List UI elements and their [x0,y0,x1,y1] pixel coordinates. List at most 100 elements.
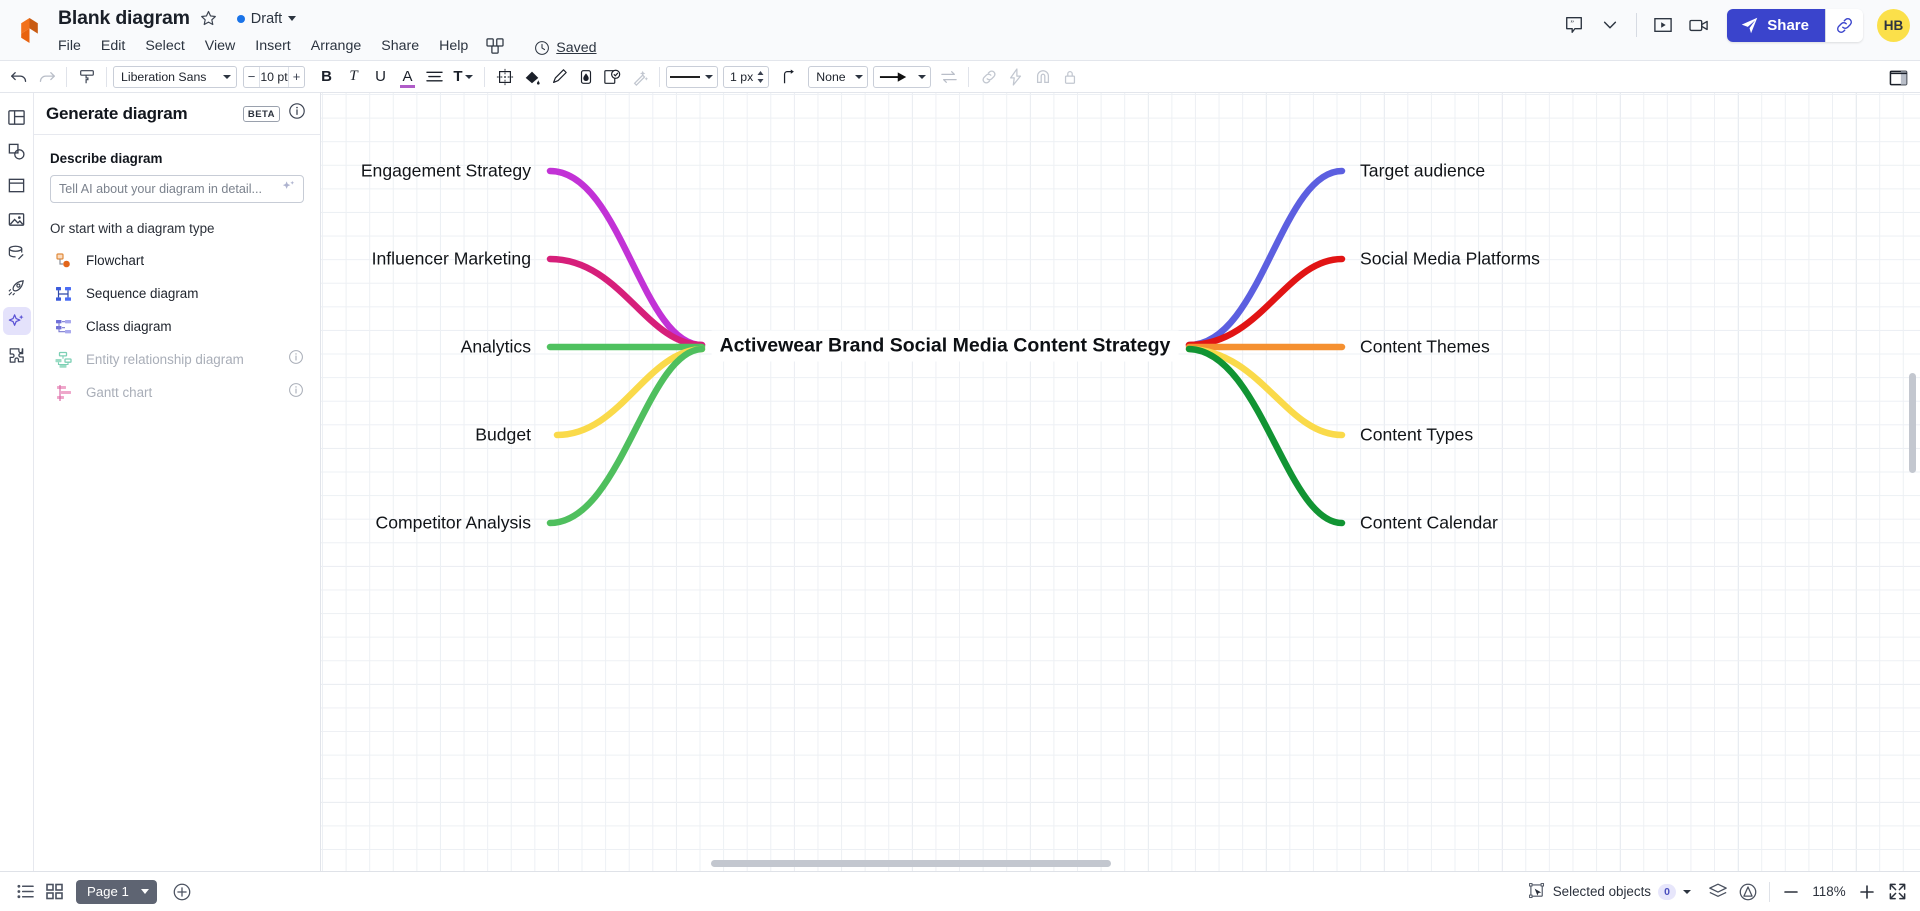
redo-arrow-icon [39,71,55,82]
panel-info-button[interactable] [288,102,306,125]
selected-objects-dropdown[interactable]: Selected objects 0 [1523,883,1697,900]
underline-button[interactable]: U [367,64,394,90]
app-logo[interactable] [0,0,58,60]
menu-edit[interactable]: Edit [91,36,135,56]
zoom-level[interactable]: 118% [1806,884,1852,899]
rail-item-containers[interactable] [3,171,31,199]
menu-file[interactable]: File [58,36,91,56]
diagram-type-gantt[interactable]: Gantt chart [50,376,304,409]
sparkle-icon[interactable] [281,179,296,199]
accessibility-button[interactable] [1733,877,1763,907]
menu-insert[interactable]: Insert [245,36,300,56]
rail-item-data[interactable] [3,239,31,267]
menu-view[interactable]: View [195,36,246,56]
avatar[interactable]: HB [1877,8,1910,42]
present-play-icon [1654,18,1673,32]
add-page-button[interactable] [167,877,197,907]
theme-button[interactable] [599,64,626,90]
fit-screen-button[interactable] [1882,877,1912,907]
copy-link-button[interactable] [1825,8,1863,42]
font-size-increase[interactable]: + [289,67,304,87]
opacity-button[interactable] [572,64,599,90]
fill-color-button[interactable] [518,64,545,90]
menu-select[interactable]: Select [135,36,194,56]
rail-item-shapes[interactable] [3,137,31,165]
flowchart-icon [54,251,74,271]
beta-badge: BETA [242,105,280,122]
stepper-arrows-icon[interactable] [756,69,765,85]
font-size-decrease[interactable]: − [244,67,259,87]
text-options-button[interactable]: T [448,64,478,90]
mindmap-node-right-2[interactable]: Content Themes [1360,337,1490,358]
magic-wand-button[interactable] [626,64,653,90]
menu-help[interactable]: Help [429,36,478,56]
rail-item-rocket[interactable] [3,273,31,301]
er-info-button[interactable] [288,349,304,370]
line-start-select[interactable]: None [808,65,869,88]
font-size-stepper[interactable]: − 10 pt + [243,65,305,88]
diagram-type-sequence[interactable]: Sequence diagram [50,277,304,310]
rail-item-images[interactable] [3,205,31,233]
diagram-type-flowchart[interactable]: Flowchart [50,244,304,277]
mindmap-node-right-1[interactable]: Social Media Platforms [1360,249,1540,270]
shape-resize-button[interactable] [491,64,518,90]
diagram-canvas[interactable]: Engagement Strategy Influencer Marketing… [321,93,1920,871]
mindmap-node-left-4[interactable]: Competitor Analysis [376,513,531,534]
line-style-select[interactable] [666,65,718,88]
list-view-button[interactable] [10,877,40,907]
saved-status[interactable]: Saved [534,40,597,56]
line-end-select[interactable] [873,65,932,88]
lock-button[interactable] [1056,64,1083,90]
header-more-button[interactable] [1592,8,1628,42]
redo-button[interactable] [33,64,60,90]
rail-item-ai[interactable] [2,307,31,335]
bold-button[interactable]: B [313,64,340,90]
diagram-type-er[interactable]: Entity relationship diagram [50,343,304,376]
menu-share[interactable]: Share [371,36,429,56]
mindmap-node-right-4[interactable]: Content Calendar [1360,513,1498,534]
line-color-button[interactable] [545,64,572,90]
font-size-value[interactable]: 10 pt [259,66,289,87]
zoom-out-button[interactable] [1776,877,1806,907]
page-tab-page-1[interactable]: Page 1 [76,879,157,904]
rail-item-plugins[interactable] [3,341,31,369]
right-panel-toggle-button[interactable] [1885,65,1912,91]
gantt-info-button[interactable] [288,382,304,403]
app-grid-button[interactable] [478,38,512,54]
ai-prompt-field[interactable] [50,175,304,203]
star-icon[interactable] [199,9,218,28]
mindmap-node-left-0[interactable]: Engagement Strategy [361,161,531,182]
text-color-button[interactable]: A [394,64,421,90]
present-button[interactable] [1645,8,1681,42]
draft-status-dropdown[interactable]: Draft [236,11,297,27]
share-button[interactable]: Share [1727,8,1825,42]
layers-button[interactable] [1703,877,1733,907]
swap-arrows-button[interactable] [935,64,962,90]
diagram-type-class[interactable]: Class diagram [50,310,304,343]
comment-button[interactable]: ” [1556,8,1592,42]
mindmap-node-right-0[interactable]: Target audience [1360,161,1485,182]
zoom-in-button[interactable] [1852,877,1882,907]
elbow-connector-button[interactable] [775,64,802,90]
align-button[interactable] [421,64,448,90]
undo-button[interactable] [6,64,33,90]
vertical-scrollbar[interactable] [1909,373,1916,473]
magnet-button[interactable] [1029,64,1056,90]
format-painter-button[interactable] [73,64,100,90]
grid-view-button[interactable] [40,877,70,907]
action-button[interactable] [1002,64,1029,90]
link-button[interactable] [975,64,1002,90]
mindmap-node-right-3[interactable]: Content Types [1360,425,1473,446]
menu-arrange[interactable]: Arrange [301,36,371,56]
italic-button[interactable]: T [340,64,367,90]
font-family-select[interactable]: Liberation Sans [113,65,237,88]
rail-item-templates[interactable] [3,103,31,131]
mindmap-node-left-1[interactable]: Influencer Marketing [372,249,531,270]
mindmap-center-node[interactable]: Activewear Brand Social Media Content St… [711,330,1179,362]
video-call-button[interactable] [1681,8,1717,42]
ai-prompt-input[interactable] [59,182,277,196]
horizontal-scrollbar[interactable] [711,860,1111,867]
mindmap-node-left-3[interactable]: Budget [475,425,531,446]
line-width-stepper[interactable]: 1 px [723,65,770,88]
mindmap-node-left-2[interactable]: Analytics [461,337,531,358]
